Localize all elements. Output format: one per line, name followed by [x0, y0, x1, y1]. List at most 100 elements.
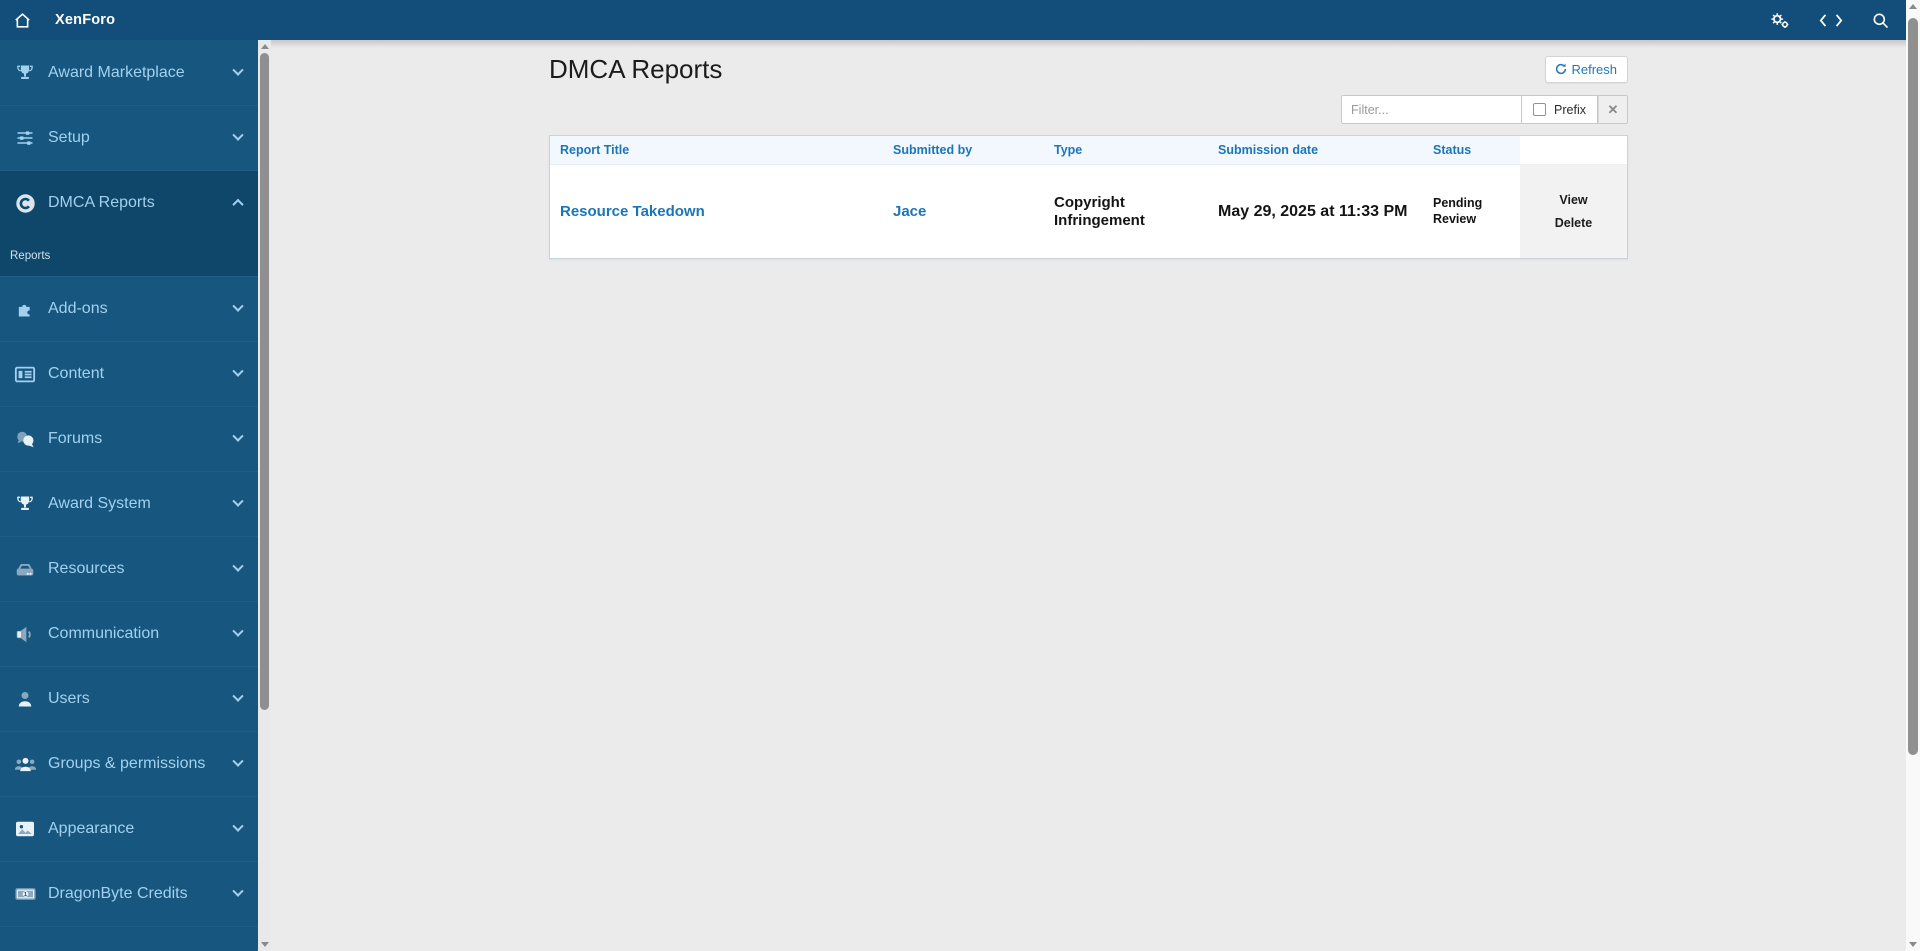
puzzle-icon — [13, 299, 37, 319]
sidebar-item-users[interactable]: Users — [0, 666, 258, 731]
clear-filter-button[interactable]: ✕ — [1598, 95, 1628, 124]
sidebar-item-add-ons[interactable]: Add-ons — [0, 276, 258, 341]
status-badge: Pending Review — [1433, 195, 1483, 226]
newspaper-icon — [13, 365, 37, 384]
sidebar-item-award-system[interactable]: Award System — [0, 471, 258, 536]
report-title-link[interactable]: Resource Takedown — [560, 203, 705, 220]
sliders-icon — [13, 128, 37, 148]
chevron-down-icon — [232, 885, 244, 897]
user-icon — [13, 689, 37, 709]
sidebar: Award Marketplace Setup DMCA Reports Rep… — [0, 40, 258, 951]
user-group-icon — [13, 754, 37, 774]
chevron-down-icon — [232, 129, 244, 141]
topbar-actions — [1768, 10, 1890, 30]
scroll-up-arrow-icon[interactable] — [260, 44, 269, 49]
table-row: Resource Takedown Jace Copyright Infring… — [550, 165, 1627, 258]
home-icon[interactable] — [13, 11, 32, 30]
refresh-icon — [1554, 62, 1568, 76]
sidebar-item-communication[interactable]: Communication — [0, 601, 258, 666]
chevron-down-icon — [232, 430, 244, 442]
chevron-down-icon — [232, 495, 244, 507]
sidebar-item-dragonbyte-credits[interactable]: 1 DragonByte Credits — [0, 861, 258, 926]
sidebar-item-label: Resources — [48, 560, 125, 577]
delete-button[interactable]: Delete — [1555, 216, 1593, 230]
filter-input[interactable] — [1341, 95, 1523, 124]
filter-bar: Prefix ✕ — [1341, 95, 1628, 124]
sidebar-item-label: Add-ons — [48, 300, 108, 317]
trophy-icon — [13, 63, 37, 83]
close-icon: ✕ — [1607, 101, 1619, 117]
prefix-checkbox[interactable] — [1533, 103, 1547, 116]
submission-date: May 29, 2025 at 11:33 PM — [1218, 202, 1408, 220]
column-header-report-title: Report Title — [550, 136, 883, 165]
chat-bubbles-icon — [13, 430, 37, 449]
sidebar-item-label: DragonByte Credits — [48, 885, 188, 902]
sidebar-item-label: Communication — [48, 625, 160, 642]
sidebar-item-label: Users — [48, 690, 90, 707]
copyright-icon — [13, 192, 37, 215]
app-title: XenForo — [55, 12, 116, 28]
sidebar-item-dmca-reports[interactable]: DMCA Reports — [0, 170, 258, 235]
sidebar-item-content[interactable]: Content — [0, 341, 258, 406]
refresh-button[interactable]: Refresh — [1545, 55, 1628, 83]
prefix-toggle[interactable]: Prefix — [1522, 95, 1598, 124]
column-header-status: Status — [1423, 136, 1520, 165]
gears-icon[interactable] — [1768, 10, 1791, 30]
sidebar-item-label: Setup — [48, 129, 90, 146]
drive-icon — [13, 560, 37, 579]
column-header-actions — [1520, 136, 1627, 165]
megaphone-icon — [13, 625, 37, 644]
page-scrollbar-thumb[interactable] — [1908, 18, 1918, 755]
code-icon[interactable] — [1818, 12, 1844, 29]
scroll-up-arrow-icon[interactable] — [1909, 4, 1917, 9]
sidebar-item-label: Groups & permissions — [48, 755, 206, 772]
sidebar-item-groups-permissions[interactable]: Groups & permissions — [0, 731, 258, 796]
chevron-down-icon — [232, 64, 244, 76]
scroll-down-arrow-icon[interactable] — [1909, 942, 1917, 947]
sidebar-scrollbar-thumb[interactable] — [260, 53, 269, 710]
chevron-down-icon — [232, 365, 244, 377]
chevron-down-icon — [232, 300, 244, 312]
sidebar-item-dragonbyte-sh[interactable]: DragonByte Sh — [0, 926, 258, 951]
sidebar-item-label: Appearance — [48, 820, 135, 837]
chevron-down-icon — [232, 820, 244, 832]
table-header-row: Report Title Submitted by Type Submissio… — [550, 136, 1627, 165]
column-header-submission-date: Submission date — [1208, 136, 1423, 165]
sidebar-item-forums[interactable]: Forums — [0, 406, 258, 471]
report-type: Copyright Infringement — [1054, 193, 1145, 229]
chevron-down-icon — [232, 625, 244, 637]
submitted-by-link[interactable]: Jace — [893, 203, 926, 220]
chevron-down-icon — [232, 690, 244, 702]
dmca-reports-table: Report Title Submitted by Type Submissio… — [549, 135, 1628, 259]
chevron-down-icon — [232, 560, 244, 572]
chevron-down-icon — [232, 755, 244, 767]
prefix-label: Prefix — [1554, 102, 1586, 117]
sidebar-item-appearance[interactable]: Appearance — [0, 796, 258, 861]
trophy-icon — [13, 494, 37, 514]
sidebar-item-label: DMCA Reports — [48, 194, 155, 211]
page-scrollbar[interactable] — [1906, 0, 1920, 951]
topbar: XenForo — [0, 0, 1906, 40]
sidebar-group-dmca-reports: DMCA Reports Reports — [0, 170, 258, 276]
search-icon[interactable] — [1871, 11, 1890, 30]
sidebar-scrollbar[interactable] — [258, 40, 271, 951]
sidebar-subitem-label: Reports — [10, 249, 51, 262]
sidebar-item-resources[interactable]: Resources — [0, 536, 258, 601]
page-title: DMCA Reports — [549, 53, 723, 84]
sidebar-subitem-reports[interactable]: Reports — [0, 235, 258, 276]
image-icon — [13, 820, 37, 838]
scroll-down-arrow-icon[interactable] — [260, 942, 269, 947]
sidebar-item-setup[interactable]: Setup — [0, 105, 258, 170]
sidebar-item-label: Award Marketplace — [48, 63, 185, 81]
refresh-button-label: Refresh — [1571, 61, 1617, 77]
sidebar-item-label: Forums — [48, 430, 103, 447]
sidebar-item-label: Content — [48, 365, 105, 382]
view-button[interactable]: View — [1559, 193, 1587, 207]
sidebar-item-label: Award System — [48, 495, 151, 512]
chevron-up-icon — [232, 198, 244, 211]
banknote-icon: 1 — [13, 885, 37, 903]
column-header-submitted-by: Submitted by — [883, 136, 1044, 165]
row-actions: View Delete — [1520, 165, 1627, 258]
main-content: DMCA Reports Refresh Prefix ✕ — [271, 40, 1906, 951]
sidebar-item-award-marketplace[interactable]: Award Marketplace — [0, 40, 258, 105]
